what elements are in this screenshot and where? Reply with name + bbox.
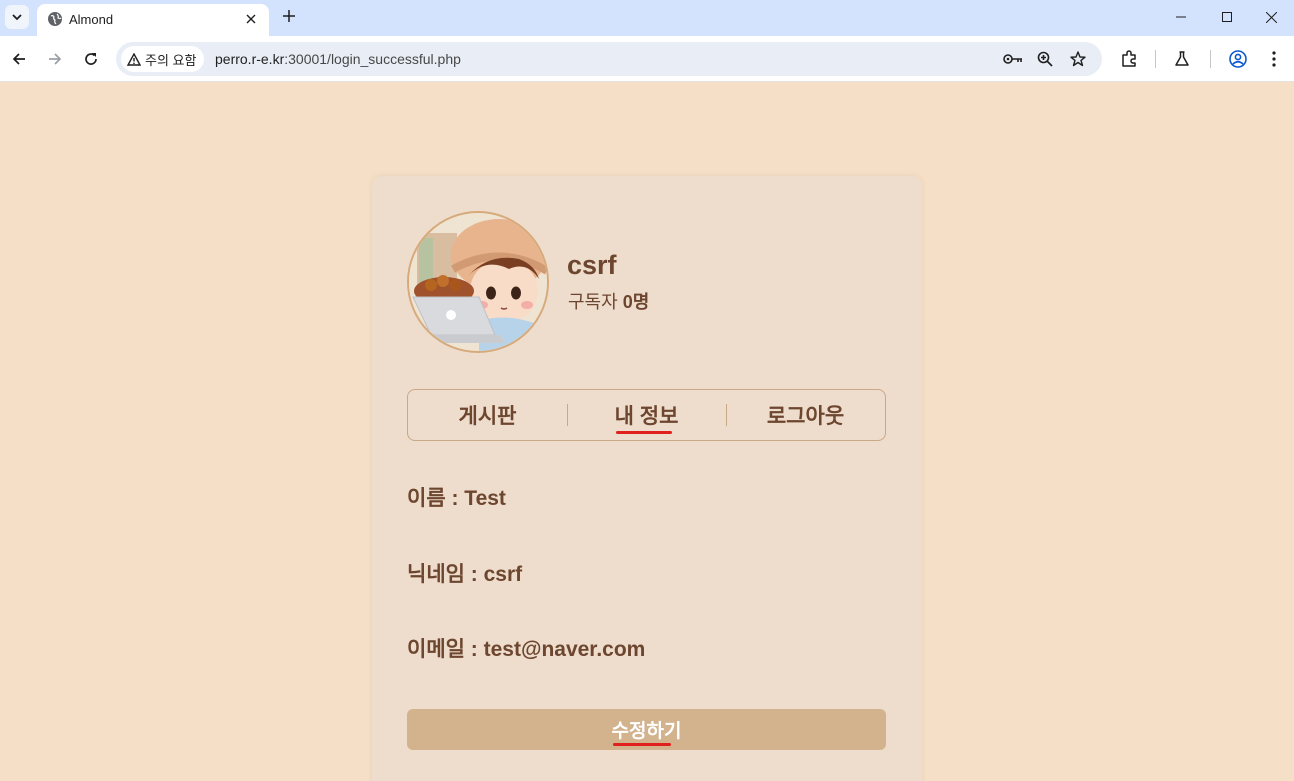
menu-icon — [1272, 51, 1276, 67]
menu-board[interactable]: 게시판 — [408, 390, 567, 440]
address-bar[interactable]: 주의 요함 perro.r-e.kr:30001/login_successfu… — [116, 42, 1102, 76]
security-chip[interactable]: 주의 요함 — [121, 46, 205, 72]
profile-icon — [1229, 50, 1247, 68]
tab-close-button[interactable] — [241, 9, 261, 29]
maximize-icon — [1222, 12, 1232, 22]
annotation-underline — [616, 431, 672, 434]
subscriber-count: 구독자 0명 — [568, 288, 649, 314]
close-icon — [1265, 11, 1277, 23]
toolbar-divider — [1155, 50, 1156, 68]
tab-title: Almond — [69, 12, 114, 27]
chrome-menu-button[interactable] — [1262, 47, 1286, 71]
extensions-button[interactable] — [1117, 47, 1141, 71]
profile-button[interactable] — [1226, 47, 1250, 71]
plus-icon — [283, 10, 295, 22]
info-name: 이름 : Test — [407, 487, 506, 510]
back-button[interactable] — [7, 47, 31, 71]
subscriber-label: 구독자 — [568, 292, 618, 312]
minimize-icon — [1176, 16, 1186, 18]
zoom-button[interactable] — [1034, 48, 1056, 70]
profile-card: csrf 구독자 0명 게시판 내 정보 로그아웃 이름 : Test 닉네임 … — [372, 176, 922, 781]
new-tab-button[interactable] — [278, 5, 300, 27]
reload-button[interactable] — [79, 47, 103, 71]
key-icon — [1003, 54, 1022, 64]
url-path: :30001/login_successful.php — [284, 51, 461, 67]
url-host: perro.r-e.kr — [215, 51, 285, 67]
warning-icon — [127, 52, 141, 66]
back-icon — [12, 53, 25, 65]
zoom-icon — [1037, 51, 1053, 67]
maximize-button[interactable] — [1204, 0, 1250, 34]
globe-icon — [48, 12, 62, 26]
forward-icon — [49, 53, 62, 65]
subscriber-value: 0명 — [622, 292, 650, 312]
security-label: 주의 요함 — [145, 52, 197, 68]
labs-button[interactable] — [1170, 47, 1194, 71]
extensions-icon — [1122, 50, 1136, 67]
tab-list-icon — [12, 14, 22, 21]
avatar-illustration — [409, 213, 547, 351]
browser-toolbar: 주의 요함 perro.r-e.kr:30001/login_successfu… — [0, 36, 1294, 82]
avatar — [407, 211, 549, 353]
tab-bar: Almond — [0, 0, 1294, 36]
reload-icon — [85, 53, 97, 65]
window-close-button[interactable] — [1248, 0, 1294, 34]
url-text[interactable]: perro.r-e.kr:30001/login_successful.php — [215, 51, 461, 67]
annotation-underline — [613, 743, 671, 746]
info-email: 이메일 : test@naver.com — [407, 638, 646, 661]
password-key-button[interactable] — [1002, 48, 1024, 70]
toolbar-divider — [1210, 50, 1211, 68]
info-nickname: 닉네임 : csrf — [407, 563, 523, 586]
close-icon — [246, 14, 256, 24]
forward-button[interactable] — [43, 47, 67, 71]
menu-logout[interactable]: 로그아웃 — [726, 390, 885, 440]
bookmark-button[interactable] — [1067, 48, 1089, 70]
profile-username: csrf — [567, 250, 617, 280]
profile-menu: 게시판 내 정보 로그아웃 — [407, 389, 886, 441]
star-icon — [1070, 51, 1086, 67]
labs-icon — [1175, 51, 1189, 66]
browser-tab[interactable]: Almond — [37, 4, 269, 36]
minimize-button[interactable] — [1158, 0, 1204, 34]
tab-list-button[interactable] — [5, 5, 29, 29]
